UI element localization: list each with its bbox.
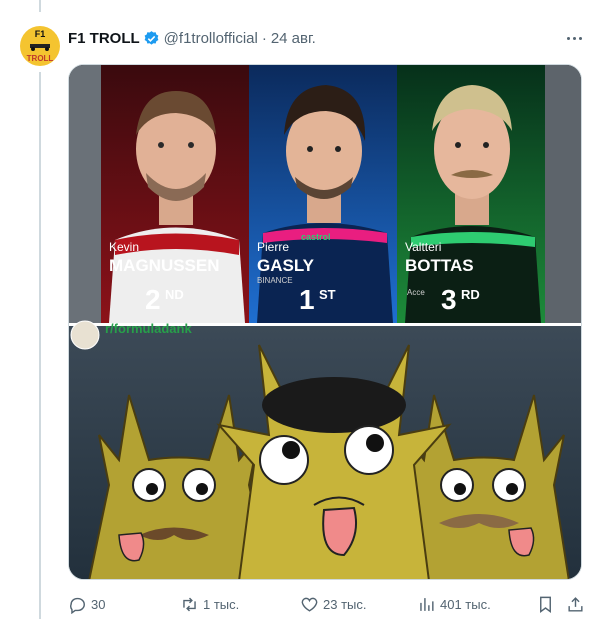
verified-icon xyxy=(144,31,159,45)
driver-place-number: 1 xyxy=(299,284,315,315)
thread-line xyxy=(39,72,41,619)
reply-button[interactable]: 30 xyxy=(68,592,105,616)
reply-icon xyxy=(70,597,85,614)
avatar-logo-text: F1 xyxy=(34,28,46,39)
separator-dot: · xyxy=(261,30,267,47)
sponsor-acce: Acce xyxy=(407,288,425,297)
repost-icon xyxy=(183,597,196,611)
like-count: 23 тыс. xyxy=(323,596,367,612)
driver-place-number: 2 xyxy=(145,284,161,315)
podium-image: castrol BINANCE Acce Kevin MAGNUSSEN Pie… xyxy=(69,65,581,323)
repost-count: 1 тыс. xyxy=(203,596,240,612)
driver-first-name: Kevin xyxy=(109,240,139,254)
reply-count: 30 xyxy=(91,596,106,612)
subreddit-tag: r/formuladank xyxy=(105,321,192,336)
author-handle[interactable]: @f1trollofficial xyxy=(164,30,258,47)
share-icon xyxy=(568,596,583,612)
tweet-header: F1 TROLL @f1trollofficial · 24 авг. xyxy=(68,30,316,47)
tweet-media[interactable]: castrol BINANCE Acce Kevin MAGNUSSEN Pie… xyxy=(68,64,582,580)
sponsor-castrol: castrol xyxy=(301,232,331,242)
driver-place-suffix: ST xyxy=(319,287,336,302)
driver-last-name: GASLY xyxy=(257,256,315,275)
car-icon xyxy=(29,43,50,51)
author-avatar[interactable]: F1 TROLL xyxy=(20,26,60,66)
driver-place-suffix: ND xyxy=(165,287,184,302)
driver-last-name: BOTTAS xyxy=(405,256,474,275)
tweet-actions: 30 1 тыс. 23 тыс. 401 тыс. xyxy=(68,592,588,616)
driver-first-name: Valtteri xyxy=(405,240,441,254)
driver-place-suffix: RD xyxy=(461,287,480,302)
views-count: 401 тыс. xyxy=(440,596,491,612)
driver-first-name: Pierre xyxy=(257,240,289,254)
driver-place-number: 3 xyxy=(441,284,457,315)
like-button[interactable]: 23 тыс. xyxy=(300,592,366,616)
views-button[interactable]: 401 тыс. xyxy=(417,592,491,616)
repost-button[interactable]: 1 тыс. xyxy=(180,592,239,616)
bookmark-button[interactable] xyxy=(536,592,559,616)
dragon-meme-image: r/formuladank xyxy=(69,320,581,579)
views-icon xyxy=(420,597,434,611)
bookmark-icon xyxy=(540,596,551,613)
thread-line-top xyxy=(39,0,41,12)
author-name[interactable]: F1 TROLL xyxy=(68,30,140,47)
meme-image: castrol BINANCE Acce Kevin MAGNUSSEN Pie… xyxy=(69,65,581,579)
driver-last-name: MAGNUSSEN xyxy=(109,256,220,275)
more-icon[interactable] xyxy=(562,28,586,48)
avatar-logo-text-2: TROLL xyxy=(26,53,54,63)
tweet-date[interactable]: 24 авг. xyxy=(271,30,316,47)
sponsor-binance: BINANCE xyxy=(257,276,293,285)
like-icon xyxy=(301,597,318,612)
share-button[interactable] xyxy=(566,592,589,616)
